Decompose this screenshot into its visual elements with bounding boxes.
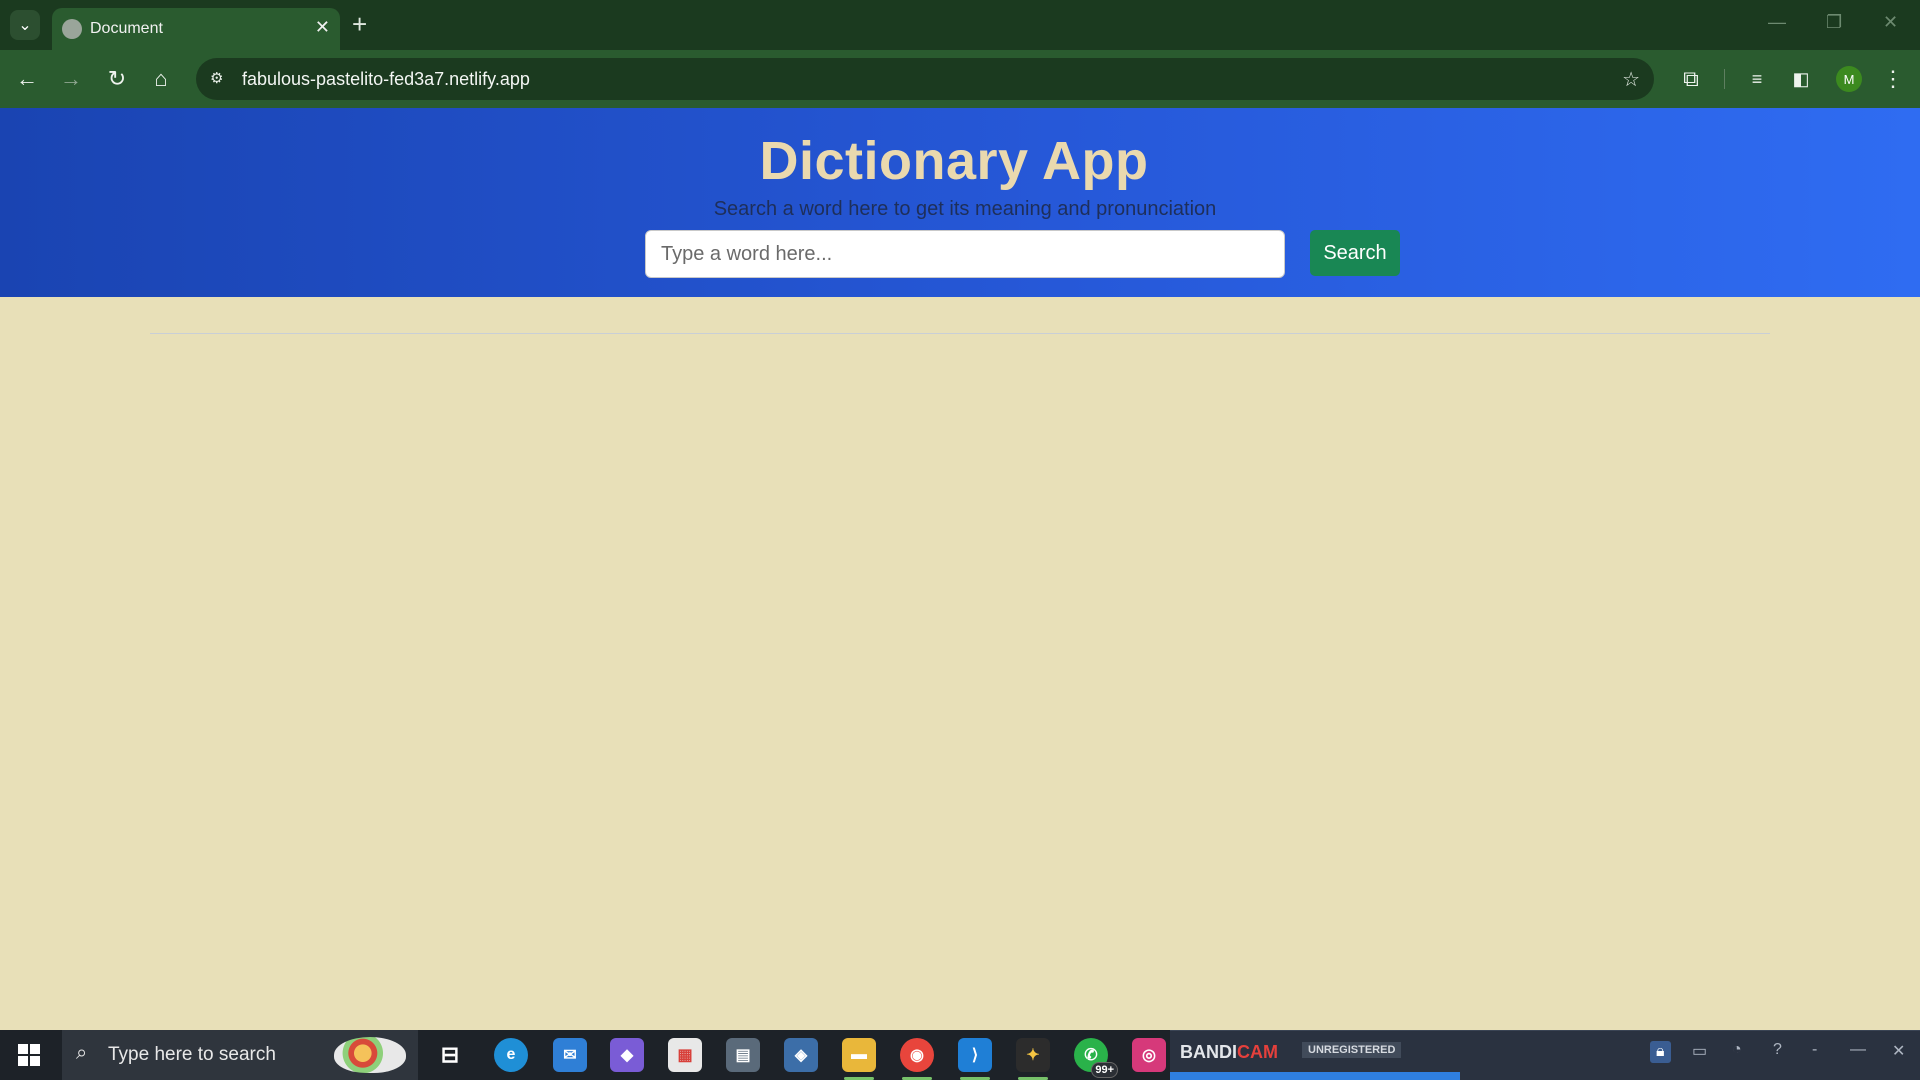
edge-icon[interactable]: e: [494, 1038, 528, 1072]
chrome-icon[interactable]: ◉: [900, 1038, 934, 1080]
search-icon: ⌕: [76, 1042, 88, 1064]
minimize-window-icon[interactable]: —: [1768, 12, 1786, 33]
bandicam-mode-strip: [1170, 1072, 1460, 1080]
tab-title: Document: [90, 20, 163, 37]
file-explorer-icon[interactable]: ▬: [842, 1038, 876, 1080]
store-icon[interactable]: ▦: [668, 1038, 702, 1072]
app-title: Dictionary App: [759, 131, 1149, 191]
close-window-icon[interactable]: ✕: [1883, 12, 1898, 33]
search-button[interactable]: Search: [1310, 230, 1400, 276]
restore-window-icon[interactable]: ❐: [1826, 12, 1842, 33]
lock-icon[interactable]: 🔒︎: [1650, 1041, 1671, 1063]
back-arrow-icon[interactable]: ←: [12, 64, 42, 94]
search-highlight-image: [334, 1037, 406, 1073]
help-icon[interactable]: ?: [1773, 1041, 1782, 1059]
site-info-icon[interactable]: ⚙: [210, 69, 223, 87]
app-header: Dictionary App Search a word here to get…: [0, 108, 1920, 297]
extensions-icon[interactable]: ⧉: [1676, 64, 1706, 94]
bandicam-bar: BANDICAM UNREGISTERED 🔒︎ ▭ ◔ ? - — ✕: [1170, 1030, 1920, 1080]
collapse-icon[interactable]: -: [1812, 1041, 1817, 1059]
bandicam-logo-text-accent: CAM: [1237, 1042, 1278, 1062]
toolbar-divider: [1724, 69, 1725, 89]
minimize-icon[interactable]: —: [1850, 1041, 1866, 1059]
side-panel-icon[interactable]: ◧: [1786, 64, 1816, 94]
bandicam-logo-text: BANDI: [1180, 1042, 1237, 1062]
new-tab-button[interactable]: +: [352, 10, 367, 38]
globe-icon: [62, 19, 82, 39]
reload-icon[interactable]: ↻: [102, 64, 132, 94]
media-control-icon[interactable]: ≡: [1742, 64, 1772, 94]
word-search-input[interactable]: [645, 230, 1285, 278]
folder-icon[interactable]: ▭: [1692, 1041, 1707, 1061]
whatsapp-icon[interactable]: ✆ 99+: [1074, 1038, 1118, 1078]
profile-avatar[interactable]: M: [1836, 66, 1862, 92]
address-bar[interactable]: ⚙ fabulous-pastelito-fed3a7.netlify.app …: [196, 58, 1654, 100]
mail-icon[interactable]: ✉: [553, 1038, 587, 1072]
taskbar-search[interactable]: ⌕ Type here to search: [62, 1030, 418, 1080]
bandicam-logo: BANDICAM: [1180, 1042, 1278, 1063]
browser-toolbar: ← → ↻ ⌂ ⚙ fabulous-pastelito-fed3a7.netl…: [0, 50, 1920, 108]
home-icon[interactable]: ⌂: [146, 64, 176, 94]
windows-start-icon[interactable]: [18, 1044, 40, 1066]
tab-document[interactable]: Document ✕: [52, 8, 340, 50]
menu-dots-icon[interactable]: ⋮: [1878, 64, 1908, 94]
results-divider: [150, 333, 1770, 334]
instagram-icon[interactable]: ◎: [1132, 1038, 1166, 1072]
url-text[interactable]: fabulous-pastelito-fed3a7.netlify.app: [242, 69, 530, 90]
browser-tab-strip: ⌄ Document ✕ + — ❐ ✕: [0, 0, 1920, 50]
unregistered-badge: UNREGISTERED: [1302, 1042, 1402, 1058]
close-tab-icon[interactable]: ✕: [315, 17, 330, 38]
copilot-icon[interactable]: ◆: [610, 1038, 644, 1072]
git-client-icon[interactable]: ✦: [1016, 1038, 1050, 1080]
timer-icon[interactable]: ◔: [1732, 1041, 1742, 1059]
taskbar-search-placeholder: Type here to search: [108, 1044, 276, 1065]
notification-badge: 99+: [1091, 1062, 1118, 1078]
forward-arrow-icon[interactable]: →: [56, 64, 86, 94]
bookmark-star-icon[interactable]: ☆: [1622, 67, 1640, 92]
vscode-icon[interactable]: ⟩: [958, 1038, 992, 1080]
python-icon[interactable]: ◈: [784, 1038, 818, 1072]
calculator-icon[interactable]: ▤: [726, 1038, 760, 1072]
app-subtitle: Search a word here to get its meaning an…: [713, 198, 1217, 220]
close-icon[interactable]: ✕: [1892, 1041, 1905, 1061]
task-view-icon[interactable]: ⊟: [433, 1038, 467, 1072]
tab-search-button[interactable]: ⌄: [10, 10, 40, 40]
